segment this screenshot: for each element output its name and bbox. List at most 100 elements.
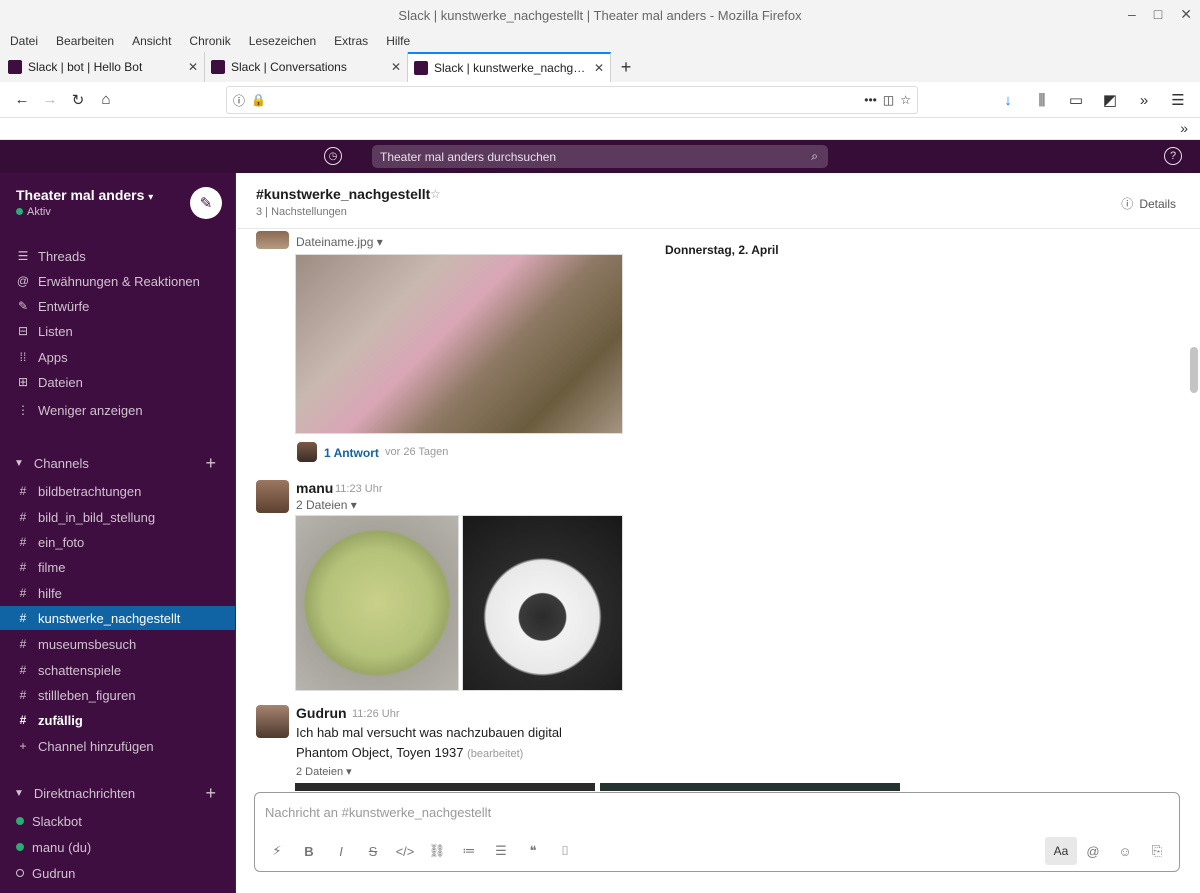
forward-arrow-icon[interactable]: →	[36, 86, 64, 114]
sidebar-toggle-icon[interactable]: ▭	[1062, 86, 1090, 114]
sidebar-channel[interactable]: # schattenspiele	[0, 658, 235, 682]
history-clock-icon[interactable]: ◷	[324, 147, 342, 165]
attachment-paperclip-icon[interactable]: ⎘	[1141, 837, 1173, 865]
bold-icon[interactable]: B	[293, 837, 325, 865]
menu-ansicht[interactable]: Ansicht	[132, 34, 171, 48]
compose-button[interactable]: ✎	[190, 187, 222, 219]
attached-image[interactable]	[295, 783, 595, 791]
home-icon[interactable]: ⌂	[92, 86, 120, 114]
sidebar-channel[interactable]: # bildbetrachtungen	[0, 479, 235, 503]
search-icon[interactable]: ⌕	[811, 149, 818, 164]
sidebar-channel[interactable]: # museumsbesuch	[0, 632, 235, 656]
channels-section-header[interactable]: ▼ Channels +	[0, 451, 235, 475]
close-icon[interactable]: ✕	[1180, 6, 1192, 23]
tab-close-icon[interactable]: ✕	[594, 61, 604, 75]
sidebar-dm[interactable]: manu (du)	[0, 835, 235, 859]
sidebar-item-show-less[interactable]: ⋮ Weniger anzeigen	[0, 398, 235, 422]
file-label[interactable]: Dateiname.jpg ▾	[296, 235, 383, 249]
download-icon[interactable]: ↓	[994, 86, 1022, 114]
code-icon[interactable]: </>	[389, 837, 421, 865]
help-icon[interactable]: ?	[1164, 147, 1182, 165]
message-list[interactable]: Donnerstag, 2. April Dateiname.jpg ▾ 1 A…	[237, 229, 1200, 791]
message-composer[interactable]: Nachricht an #kunstwerke_nachgestellt ⚡ …	[254, 792, 1180, 872]
sidebar-dm[interactable]: Gudrun	[0, 861, 235, 885]
code-block-icon[interactable]: ⌷	[549, 837, 581, 865]
sidebar-item-files[interactable]: ⊞ Dateien	[0, 370, 235, 394]
sidebar-channel-unread[interactable]: # zufällig	[0, 708, 235, 732]
sidebar-item-lists[interactable]: ⊟ Listen	[0, 319, 235, 343]
bulleted-list-icon[interactable]: ☰	[485, 837, 517, 865]
attached-image[interactable]	[600, 783, 900, 791]
avatar[interactable]	[256, 705, 289, 738]
menu-hilfe[interactable]: Hilfe	[386, 34, 410, 48]
message-author[interactable]: Gudrun	[296, 705, 347, 721]
reply-count-link[interactable]: 1 Antwort	[324, 446, 379, 460]
overflow-icon[interactable]: »	[1130, 86, 1158, 114]
new-tab-button[interactable]: +	[611, 52, 641, 82]
mention-at-icon[interactable]: @	[1077, 837, 1109, 865]
bookmarks-overflow-icon[interactable]: »	[1180, 120, 1188, 136]
page-actions-icon[interactable]: •••	[864, 93, 877, 107]
tab-close-icon[interactable]: ✕	[188, 60, 198, 74]
menu-datei[interactable]: Datei	[10, 34, 38, 48]
url-bar[interactable]: ⓘ 🔒 ••• ◫ ☆	[226, 86, 918, 114]
avatar[interactable]	[256, 231, 289, 249]
attached-image[interactable]	[462, 515, 623, 691]
emoji-icon[interactable]: ☺	[1109, 837, 1141, 865]
sidebar-item-threads[interactable]: ☰ Threads	[0, 244, 235, 268]
attached-image[interactable]	[295, 515, 459, 691]
attached-image[interactable]	[295, 254, 623, 434]
formatting-toggle-button[interactable]: Aa	[1045, 837, 1077, 865]
avatar[interactable]	[256, 480, 289, 513]
details-button[interactable]: ⓘ Details	[1121, 195, 1176, 212]
search-input[interactable]: Theater mal anders durchsuchen ⌕	[372, 145, 828, 168]
menu-lesezeichen[interactable]: Lesezeichen	[249, 34, 316, 48]
sidebar-item-mentions[interactable]: @ Erwähnungen & Reaktionen	[0, 269, 235, 293]
ordered-list-icon[interactable]: ≔	[453, 837, 485, 865]
sidebar-dm[interactable]: Slackbot	[0, 809, 235, 833]
lightning-icon[interactable]: ⚡	[261, 837, 293, 865]
pocket-icon[interactable]: ◫	[883, 93, 894, 107]
file-label[interactable]: 2 Dateien ▾	[296, 765, 352, 778]
sidebar-item-apps[interactable]: ⁞⁞ Apps	[0, 345, 235, 369]
browser-tab-active[interactable]: Slack | kunstwerke_nachgestellt ✕	[408, 52, 611, 82]
add-channel-button[interactable]: + Channel hinzufügen	[0, 734, 235, 758]
sidebar-channel[interactable]: # bild_in_bild_stellung	[0, 505, 235, 529]
sidebar-channel[interactable]: # stillleben_figuren	[0, 683, 235, 707]
scrollbar[interactable]	[1190, 347, 1198, 393]
back-arrow-icon[interactable]: ←	[8, 86, 36, 114]
bookmark-star-icon[interactable]: ☆	[900, 93, 911, 107]
strikethrough-icon[interactable]: S	[357, 837, 389, 865]
reload-icon[interactable]: ↻	[64, 86, 92, 114]
add-dm-plus-icon[interactable]: +	[205, 783, 216, 804]
star-icon[interactable]: ☆	[430, 187, 441, 201]
sidebar-channel-active[interactable]: # kunstwerke_nachgestellt	[0, 606, 235, 630]
browser-tab[interactable]: Slack | bot | Hello Bot ✕	[2, 52, 205, 82]
sidebar-item-drafts[interactable]: ✎ Entwürfe	[0, 294, 235, 318]
sidebar-channel[interactable]: # hilfe	[0, 581, 235, 605]
tab-close-icon[interactable]: ✕	[391, 60, 401, 74]
extension-icon[interactable]: ◩	[1096, 86, 1124, 114]
minimize-icon[interactable]: –	[1128, 6, 1136, 23]
browser-tab[interactable]: Slack | Conversations ✕	[205, 52, 408, 82]
menu-bearbeiten[interactable]: Bearbeiten	[56, 34, 114, 48]
add-channel-plus-icon[interactable]: +	[205, 453, 216, 474]
lock-icon[interactable]: 🔒	[251, 93, 266, 107]
file-label[interactable]: 2 Dateien ▾	[296, 498, 357, 512]
sidebar-channel[interactable]: # filme	[0, 555, 235, 579]
link-icon[interactable]: ⛓	[421, 837, 453, 865]
hamburger-menu-icon[interactable]: ☰	[1164, 86, 1192, 114]
library-icon[interactable]: ⫼	[1028, 86, 1056, 114]
italic-icon[interactable]: I	[325, 837, 357, 865]
sidebar-channel[interactable]: # ein_foto	[0, 530, 235, 554]
channel-title[interactable]: #kunstwerke_nachgestellt	[256, 186, 430, 202]
dm-section-header[interactable]: ▼ Direktnachrichten +	[0, 781, 235, 805]
message-author[interactable]: manu	[296, 480, 333, 496]
message-timestamp[interactable]: 11:26 Uhr	[352, 708, 400, 720]
maximize-icon[interactable]: □	[1154, 6, 1162, 23]
menu-extras[interactable]: Extras	[334, 34, 368, 48]
info-icon[interactable]: ⓘ	[233, 92, 245, 109]
workspace-name[interactable]: Theater mal anders ▾	[16, 187, 153, 203]
menu-chronik[interactable]: Chronik	[189, 34, 230, 48]
message-timestamp[interactable]: 11:23 Uhr	[335, 483, 383, 495]
